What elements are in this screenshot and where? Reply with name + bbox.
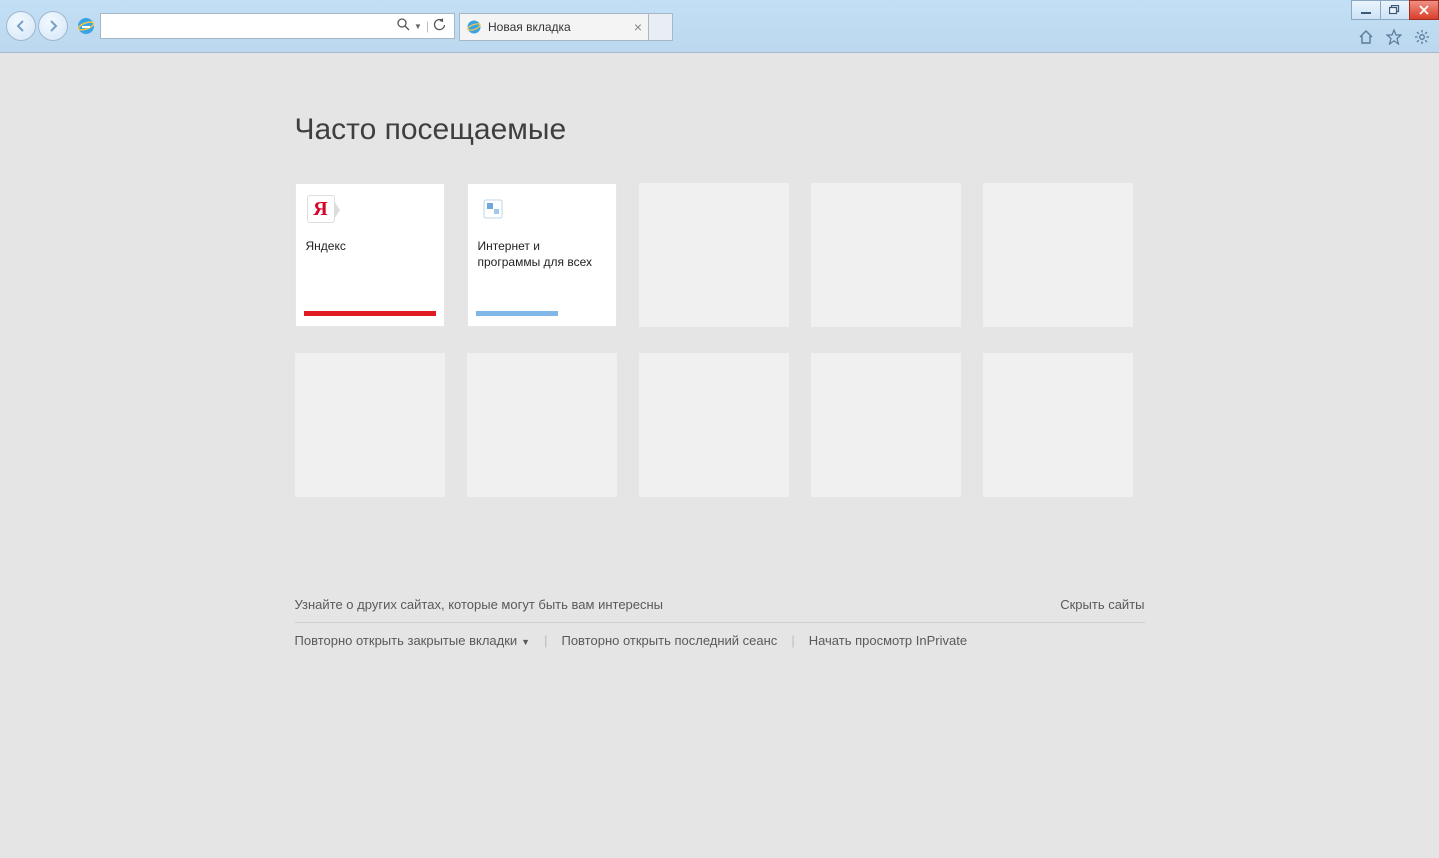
close-button[interactable] xyxy=(1409,0,1439,20)
address-input[interactable] xyxy=(105,15,393,37)
tab-strip: Новая вкладка × xyxy=(459,11,673,41)
back-button[interactable] xyxy=(6,11,36,41)
toolbar-right-icons xyxy=(1357,28,1431,46)
tile-label: Яндекс xyxy=(306,238,434,254)
home-icon[interactable] xyxy=(1357,28,1375,46)
reopen-closed-tabs-label: Повторно открыть закрытые вкладки xyxy=(295,633,518,648)
hide-sites-link[interactable]: Скрыть сайты xyxy=(1060,597,1144,612)
page-content: Часто посещаемые Я Яндекс Интернет и про… xyxy=(0,53,1439,648)
tile-accent xyxy=(476,311,558,316)
dropdown-caret-icon[interactable]: ▼ xyxy=(414,22,422,31)
tile-empty[interactable] xyxy=(983,183,1133,327)
tile-empty[interactable] xyxy=(983,353,1133,497)
tab-title: Новая вкладка xyxy=(488,20,571,34)
window-controls xyxy=(1352,0,1439,20)
yandex-icon: Я xyxy=(306,194,336,224)
tile-empty[interactable] xyxy=(295,353,445,497)
address-bar-wrap: ▼ | xyxy=(76,12,455,40)
address-bar[interactable]: ▼ | xyxy=(100,13,455,39)
tile-empty[interactable] xyxy=(639,353,789,497)
page-heading: Часто посещаемые xyxy=(295,113,1145,147)
browser-chrome: ▼ | Новая вкладка × xyxy=(0,0,1439,53)
address-separator: | xyxy=(426,19,429,33)
start-inprivate-link[interactable]: Начать просмотр InPrivate xyxy=(809,633,967,648)
nav-arrows xyxy=(6,11,70,41)
refresh-icon[interactable] xyxy=(433,18,446,34)
tile-empty[interactable] xyxy=(639,183,789,327)
chevron-down-icon: ▼ xyxy=(521,637,530,647)
tab-close-icon[interactable]: × xyxy=(634,19,642,35)
footer-row-actions: Повторно открыть закрытые вкладки▼ | Пов… xyxy=(295,623,1145,648)
discover-sites-link[interactable]: Узнайте о других сайтах, которые могут б… xyxy=(295,597,664,612)
address-controls: ▼ | xyxy=(393,18,450,34)
tile-accent xyxy=(304,311,436,316)
tile-internet-programs[interactable]: Интернет и программы для всех xyxy=(467,183,617,327)
tile-empty[interactable] xyxy=(811,183,961,327)
ie-favicon-icon xyxy=(466,19,482,35)
footer-separator: | xyxy=(544,633,547,648)
minimize-button[interactable] xyxy=(1351,0,1381,20)
tile-empty[interactable] xyxy=(811,353,961,497)
footer-row-discover: Узнайте о других сайтах, которые могут б… xyxy=(295,597,1145,623)
maximize-button[interactable] xyxy=(1380,0,1410,20)
search-icon[interactable] xyxy=(397,18,410,34)
tab-new[interactable]: Новая вкладка × xyxy=(459,13,649,41)
frequent-tiles-grid: Я Яндекс Интернет и программы для всех xyxy=(295,183,1145,497)
tile-label: Интернет и программы для всех xyxy=(478,238,606,270)
tile-empty[interactable] xyxy=(467,353,617,497)
reopen-last-session-link[interactable]: Повторно открыть последний сеанс xyxy=(561,633,777,648)
ie-logo-icon xyxy=(76,16,96,36)
footer-separator: | xyxy=(791,633,794,648)
forward-button[interactable] xyxy=(38,11,68,41)
new-tab-button[interactable] xyxy=(649,13,673,41)
tile-yandex[interactable]: Я Яндекс xyxy=(295,183,445,327)
reopen-closed-tabs-link[interactable]: Повторно открыть закрытые вкладки▼ xyxy=(295,633,531,648)
generic-site-icon xyxy=(478,194,508,224)
tools-gear-icon[interactable] xyxy=(1413,28,1431,46)
footer-section: Узнайте о других сайтах, которые могут б… xyxy=(295,597,1145,648)
favorites-icon[interactable] xyxy=(1385,28,1403,46)
